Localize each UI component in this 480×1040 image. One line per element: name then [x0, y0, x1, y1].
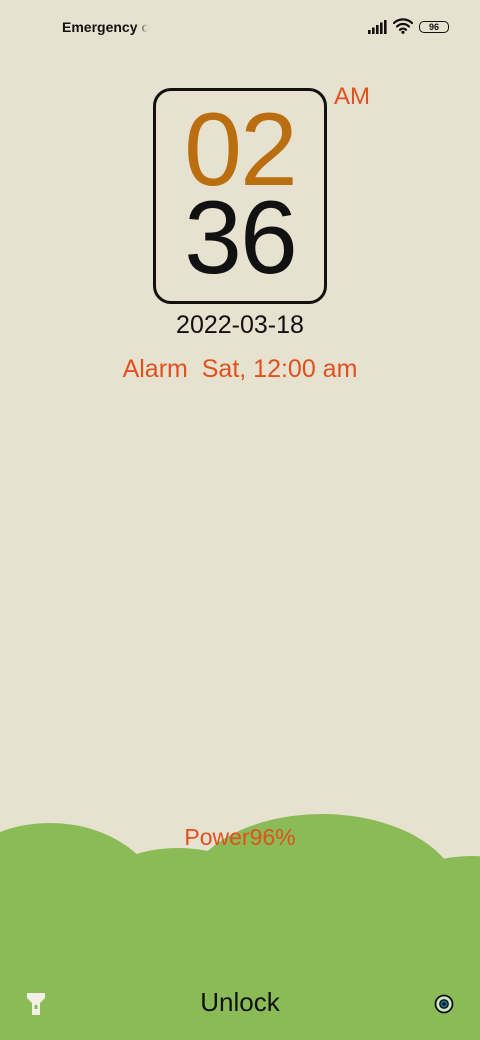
clock-ampm: AM: [334, 83, 370, 110]
alarm-info: Alarm Sat, 12:00 am: [122, 355, 358, 383]
camera-icon[interactable]: [434, 994, 454, 1014]
power-status: Power96%: [184, 824, 296, 850]
clock-date: 2022-03-18: [176, 311, 304, 339]
status-bar: Emergency calls only 96: [0, 0, 480, 56]
wifi-icon: [393, 18, 413, 34]
carrier-label: Emergency calls only: [62, 19, 148, 35]
battery-icon: 96: [419, 21, 449, 33]
clock-minute: 36: [184, 180, 298, 296]
unlock-button[interactable]: Unlock: [0, 987, 480, 1018]
battery-level: 96: [428, 21, 439, 32]
signal-icon: [368, 20, 387, 34]
